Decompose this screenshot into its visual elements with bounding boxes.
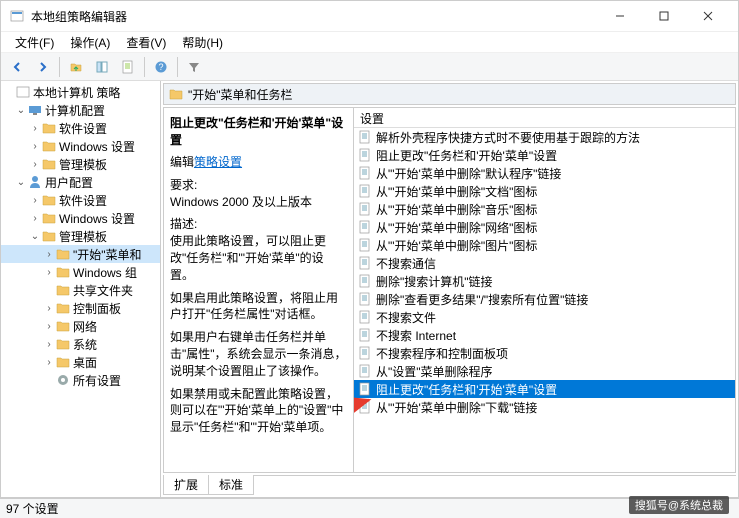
setting-icon xyxy=(358,328,372,342)
tree-item[interactable]: 共享文件夹 xyxy=(1,281,160,299)
titlebar: 本地组策略编辑器 xyxy=(1,1,738,31)
list-item[interactable]: 从"'开始'菜单中删除"音乐"图标 xyxy=(354,200,735,218)
menubar: 文件(F) 操作(A) 查看(V) 帮助(H) xyxy=(1,31,738,53)
path-text: "开始"菜单和任务栏 xyxy=(188,86,293,103)
setting-icon xyxy=(358,256,372,270)
tree-panel[interactable]: 本地计算机 策略 ⌄计算机配置 ›软件设置 ›Windows 设置 ›管理模板 … xyxy=(1,81,161,497)
toolbar: ? xyxy=(1,53,738,81)
tree-item[interactable]: ›系统 xyxy=(1,335,160,353)
setting-icon xyxy=(358,184,372,198)
help-button[interactable]: ? xyxy=(149,56,173,78)
tree-item[interactable]: ›Windows 组 xyxy=(1,263,160,281)
forward-button[interactable] xyxy=(31,56,55,78)
tree-all-settings[interactable]: 所有设置 xyxy=(1,371,160,389)
list-item[interactable]: 不搜索程序和控制面板项 xyxy=(354,344,735,362)
setting-icon xyxy=(358,130,372,144)
properties-button[interactable] xyxy=(116,56,140,78)
setting-icon xyxy=(358,238,372,252)
tree-item[interactable]: ›网络 xyxy=(1,317,160,335)
setting-icon xyxy=(358,148,372,162)
maximize-button[interactable] xyxy=(642,2,686,30)
list-item[interactable]: 阻止更改"任务栏和'开始'菜单"设置 xyxy=(354,146,735,164)
setting-icon xyxy=(358,292,372,306)
path-bar: "开始"菜单和任务栏 xyxy=(163,83,736,105)
setting-icon xyxy=(358,202,372,216)
setting-icon xyxy=(358,310,372,324)
list-item[interactable]: 从"'开始'菜单中删除"下载"链接 xyxy=(354,398,735,416)
tree-start-menu[interactable]: ›"开始"菜单和 xyxy=(1,245,160,263)
list-item[interactable]: 删除"查看更多结果"/"搜索所有位置"链接 xyxy=(354,290,735,308)
up-button[interactable] xyxy=(64,56,88,78)
list-item[interactable]: 从"设置"菜单删除程序 xyxy=(354,362,735,380)
tree-item[interactable]: ›控制面板 xyxy=(1,299,160,317)
list-item[interactable]: 不搜索 Internet xyxy=(354,326,735,344)
list-item[interactable]: 从"'开始'菜单中删除"文档"图标 xyxy=(354,182,735,200)
tree-button[interactable] xyxy=(90,56,114,78)
tab-strip: 扩展 标准 xyxy=(163,475,736,495)
tab-extended[interactable]: 扩展 xyxy=(163,475,209,495)
list-item[interactable]: 从"'开始'菜单中删除"图片"图标 xyxy=(354,236,735,254)
list-item[interactable]: 删除"搜索计算机"链接 xyxy=(354,272,735,290)
window-title: 本地组策略编辑器 xyxy=(31,8,598,25)
setting-icon xyxy=(358,220,372,234)
tree-root[interactable]: 本地计算机 策略 xyxy=(1,83,160,101)
menu-file[interactable]: 文件(F) xyxy=(7,32,62,53)
menu-action[interactable]: 操作(A) xyxy=(62,32,118,53)
list-header[interactable]: 设置 xyxy=(354,108,735,128)
close-button[interactable] xyxy=(686,2,730,30)
watermark: 搜狐号@系统总裁 xyxy=(629,496,729,514)
folder-icon xyxy=(168,86,184,102)
tree-item[interactable]: ›软件设置 xyxy=(1,191,160,209)
setting-icon xyxy=(358,346,372,360)
svg-text:?: ? xyxy=(158,62,163,72)
tree-computer-config[interactable]: ⌄计算机配置 xyxy=(1,101,160,119)
settings-list[interactable]: 设置 解析外壳程序快捷方式时不要使用基于跟踪的方法阻止更改"任务栏和'开始'菜单… xyxy=(354,108,735,472)
description-panel: 阻止更改"任务栏和'开始'菜单"设置 编辑策略设置 要求:Windows 200… xyxy=(164,108,354,472)
tree-admin-templates[interactable]: ⌄管理模板 xyxy=(1,227,160,245)
tree-item[interactable]: ›Windows 设置 xyxy=(1,137,160,155)
tree-item[interactable]: ›软件设置 xyxy=(1,119,160,137)
back-button[interactable] xyxy=(5,56,29,78)
edit-policy-link[interactable]: 策略设置 xyxy=(194,155,242,169)
list-item[interactable]: 从"'开始'菜单中删除"默认程序"链接 xyxy=(354,164,735,182)
tree-user-config[interactable]: ⌄用户配置 xyxy=(1,173,160,191)
tree-item[interactable]: ›管理模板 xyxy=(1,155,160,173)
setting-title: 阻止更改"任务栏和'开始'菜单"设置 xyxy=(170,116,343,147)
filter-button[interactable] xyxy=(182,56,206,78)
setting-icon xyxy=(358,274,372,288)
list-item[interactable]: 解析外壳程序快捷方式时不要使用基于跟踪的方法 xyxy=(354,128,735,146)
setting-icon xyxy=(358,166,372,180)
list-item[interactable]: 不搜索通信 xyxy=(354,254,735,272)
tree-item[interactable]: ›Windows 设置 xyxy=(1,209,160,227)
setting-icon xyxy=(358,400,372,414)
setting-icon xyxy=(358,382,372,396)
list-item[interactable]: 从"'开始'菜单中删除"网络"图标 xyxy=(354,218,735,236)
tree-item[interactable]: ›桌面 xyxy=(1,353,160,371)
minimize-button[interactable] xyxy=(598,2,642,30)
list-item[interactable]: 阻止更改"任务栏和'开始'菜单"设置 xyxy=(354,380,735,398)
tab-standard[interactable]: 标准 xyxy=(208,475,254,495)
menu-view[interactable]: 查看(V) xyxy=(118,32,174,53)
menu-help[interactable]: 帮助(H) xyxy=(174,32,231,53)
list-item[interactable]: 不搜索文件 xyxy=(354,308,735,326)
app-icon xyxy=(9,8,25,24)
setting-icon xyxy=(358,364,372,378)
